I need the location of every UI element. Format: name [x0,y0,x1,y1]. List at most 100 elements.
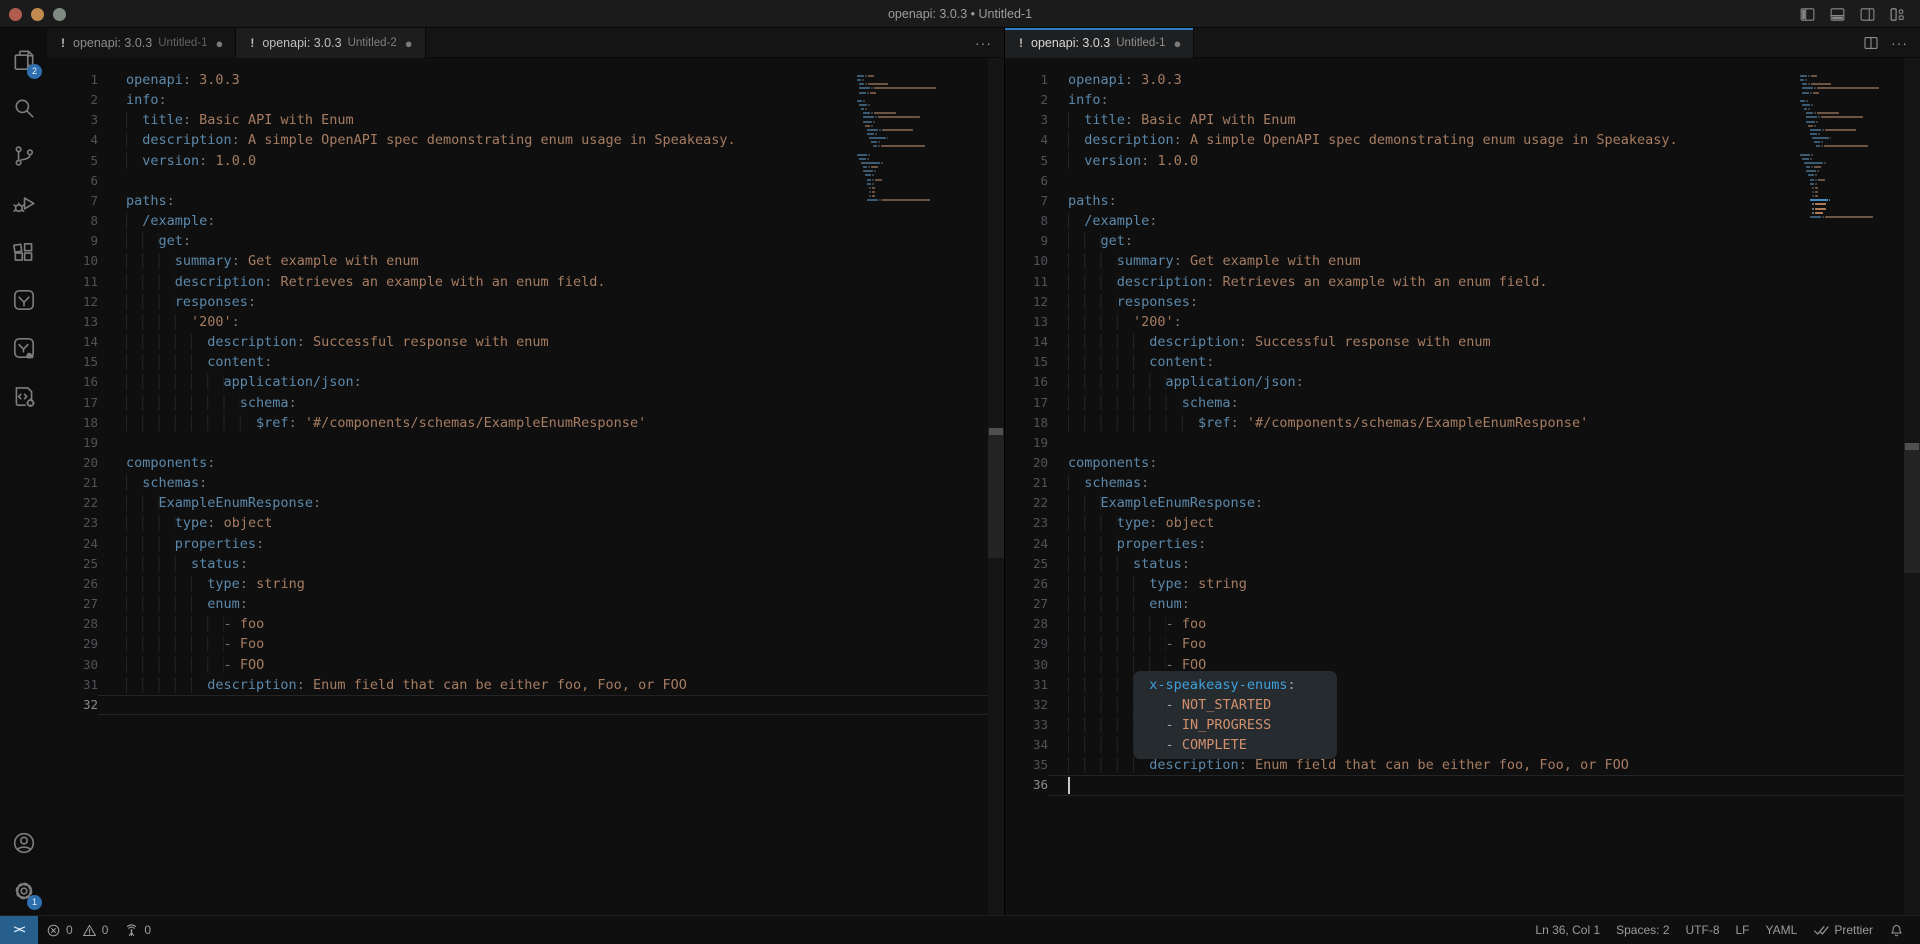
editor-pane[interactable]: 1openapi: 3.0.32info:3 title: Basic API … [47,58,1004,915]
code-line-32[interactable]: 32 - NOT_STARTED [1005,695,1904,715]
toggle-primary-sidebar-icon[interactable] [1799,6,1816,23]
code-line-12[interactable]: 12 responses: [1005,292,1904,312]
code-line-7[interactable]: 7paths: [47,191,988,211]
code-line-29[interactable]: 29 - Foo [1005,634,1904,654]
status-language-mode[interactable]: YAML [1758,916,1806,944]
more-actions-icon[interactable]: ··· [1891,35,1908,51]
minimap[interactable] [857,74,941,207]
tab-untitled-1[interactable]: !openapi: 3.0.3Untitled-1● [1005,28,1194,58]
activity-bar-item-source-control[interactable] [0,132,47,180]
code-line-21[interactable]: 21 schemas: [1005,473,1904,493]
code-line-4[interactable]: 4 description: A simple OpenAPI spec dem… [47,130,988,150]
dirty-indicator-icon[interactable]: ● [405,36,413,51]
status-indentation[interactable]: Spaces: 2 [1608,916,1677,944]
code-line-5[interactable]: 5 version: 1.0.0 [47,151,988,171]
activity-bar-item-extension-speakeasy-cloud[interactable] [0,324,47,372]
activity-bar-item-search[interactable] [0,84,47,132]
activity-bar-item-accounts[interactable] [0,819,47,867]
code-line-23[interactable]: 23 type: object [47,513,988,533]
editor-group-sash[interactable] [1004,28,1005,915]
activity-bar-item-run-and-debug[interactable] [0,180,47,228]
code-line-25[interactable]: 25 status: [1005,554,1904,574]
code-line-22[interactable]: 22 ExampleEnumResponse: [1005,493,1904,513]
activity-bar-item-extension-api-tools[interactable] [0,372,47,420]
code-line-7[interactable]: 7paths: [1005,191,1904,211]
code-line-27[interactable]: 27 enum: [47,594,988,614]
editor-pane[interactable]: 1openapi: 3.0.32info:3 title: Basic API … [1005,58,1920,915]
code-line-3[interactable]: 3 title: Basic API with Enum [47,110,988,130]
vertical-scrollbar[interactable] [988,58,1004,915]
code-line-19[interactable]: 19 [47,433,988,453]
code-line-15[interactable]: 15 content: [47,352,988,372]
tab-untitled-2[interactable]: !openapi: 3.0.3Untitled-2● [236,28,425,58]
code-line-1[interactable]: 1openapi: 3.0.3 [47,70,988,90]
code-line-14[interactable]: 14 description: Successful response with… [1005,332,1904,352]
code-line-11[interactable]: 11 description: Retrieves an example wit… [1005,272,1904,292]
minimap[interactable] [1800,74,1884,223]
code-line-9[interactable]: 9 get: [1005,231,1904,251]
minimize-window-button[interactable] [31,8,44,21]
status-cursor-position[interactable]: Ln 36, Col 1 [1527,916,1608,944]
code-line-33[interactable]: 33 - IN_PROGRESS [1005,715,1904,735]
vertical-scrollbar[interactable] [1904,58,1920,915]
code-line-3[interactable]: 3 title: Basic API with Enum [1005,110,1904,130]
code-line-30[interactable]: 30 - FOO [47,655,988,675]
split-editor-icon[interactable] [1863,35,1879,51]
code-line-20[interactable]: 20components: [1005,453,1904,473]
status-encoding[interactable]: UTF-8 [1678,916,1728,944]
code-line-32[interactable]: 32 [47,695,988,715]
code-line-13[interactable]: 13 '200': [1005,312,1904,332]
code-line-29[interactable]: 29 - Foo [47,634,988,654]
code-line-11[interactable]: 11 description: Retrieves an example wit… [47,272,988,292]
code-line-8[interactable]: 8 /example: [1005,211,1904,231]
code-line-12[interactable]: 12 responses: [47,292,988,312]
code-line-28[interactable]: 28 - foo [1005,614,1904,634]
code-line-2[interactable]: 2info: [1005,90,1904,110]
status-formatter[interactable]: Prettier [1805,916,1881,944]
code-line-16[interactable]: 16 application/json: [1005,372,1904,392]
code-line-30[interactable]: 30 - FOO [1005,655,1904,675]
activity-bar-item-extension-speakeasy[interactable] [0,276,47,324]
code-line-5[interactable]: 5 version: 1.0.0 [1005,151,1904,171]
code-line-21[interactable]: 21 schemas: [47,473,988,493]
activity-bar-item-extensions[interactable] [0,228,47,276]
toggle-panel-icon[interactable] [1829,6,1846,23]
code-line-25[interactable]: 25 status: [47,554,988,574]
code-line-10[interactable]: 10 summary: Get example with enum [1005,251,1904,271]
status-notifications[interactable] [1881,916,1912,944]
code-line-22[interactable]: 22 ExampleEnumResponse: [47,493,988,513]
code-line-17[interactable]: 17 schema: [1005,393,1904,413]
customize-layout-icon[interactable] [1889,6,1906,23]
more-actions-icon[interactable]: ··· [975,35,992,51]
status-remote-indicator[interactable]: >< [0,916,38,944]
code-line-4[interactable]: 4 description: A simple OpenAPI spec dem… [1005,130,1904,150]
code-line-28[interactable]: 28 - foo [47,614,988,634]
dirty-indicator-icon[interactable]: ● [215,36,223,51]
code-line-26[interactable]: 26 type: string [47,574,988,594]
activity-bar-item-explorer[interactable]: 2 [0,36,47,84]
status-ports[interactable]: 0 [116,916,159,944]
code-line-15[interactable]: 15 content: [1005,352,1904,372]
code-line-14[interactable]: 14 description: Successful response with… [47,332,988,352]
code-line-27[interactable]: 27 enum: [1005,594,1904,614]
code-line-2[interactable]: 2info: [47,90,988,110]
code-line-10[interactable]: 10 summary: Get example with enum [47,251,988,271]
dirty-indicator-icon[interactable]: ● [1173,36,1181,51]
close-window-button[interactable] [9,8,22,21]
code-line-19[interactable]: 19 [1005,433,1904,453]
code-line-9[interactable]: 9 get: [47,231,988,251]
code-line-18[interactable]: 18 $ref: '#/components/schemas/ExampleEn… [47,413,988,433]
code-line-16[interactable]: 16 application/json: [47,372,988,392]
code-line-8[interactable]: 8 /example: [47,211,988,231]
code-line-24[interactable]: 24 properties: [47,534,988,554]
code-line-6[interactable]: 6 [47,171,988,191]
code-line-1[interactable]: 1openapi: 3.0.3 [1005,70,1904,90]
code-line-6[interactable]: 6 [1005,171,1904,191]
status-problems[interactable]: 00 [38,916,116,944]
code-line-34[interactable]: 34 - COMPLETE [1005,735,1904,755]
code-line-26[interactable]: 26 type: string [1005,574,1904,594]
code-line-31[interactable]: 31 description: Enum field that can be e… [47,675,988,695]
tab-untitled-1[interactable]: !openapi: 3.0.3Untitled-1● [47,28,236,58]
code-line-35[interactable]: 35 description: Enum field that can be e… [1005,755,1904,775]
code-line-23[interactable]: 23 type: object [1005,513,1904,533]
